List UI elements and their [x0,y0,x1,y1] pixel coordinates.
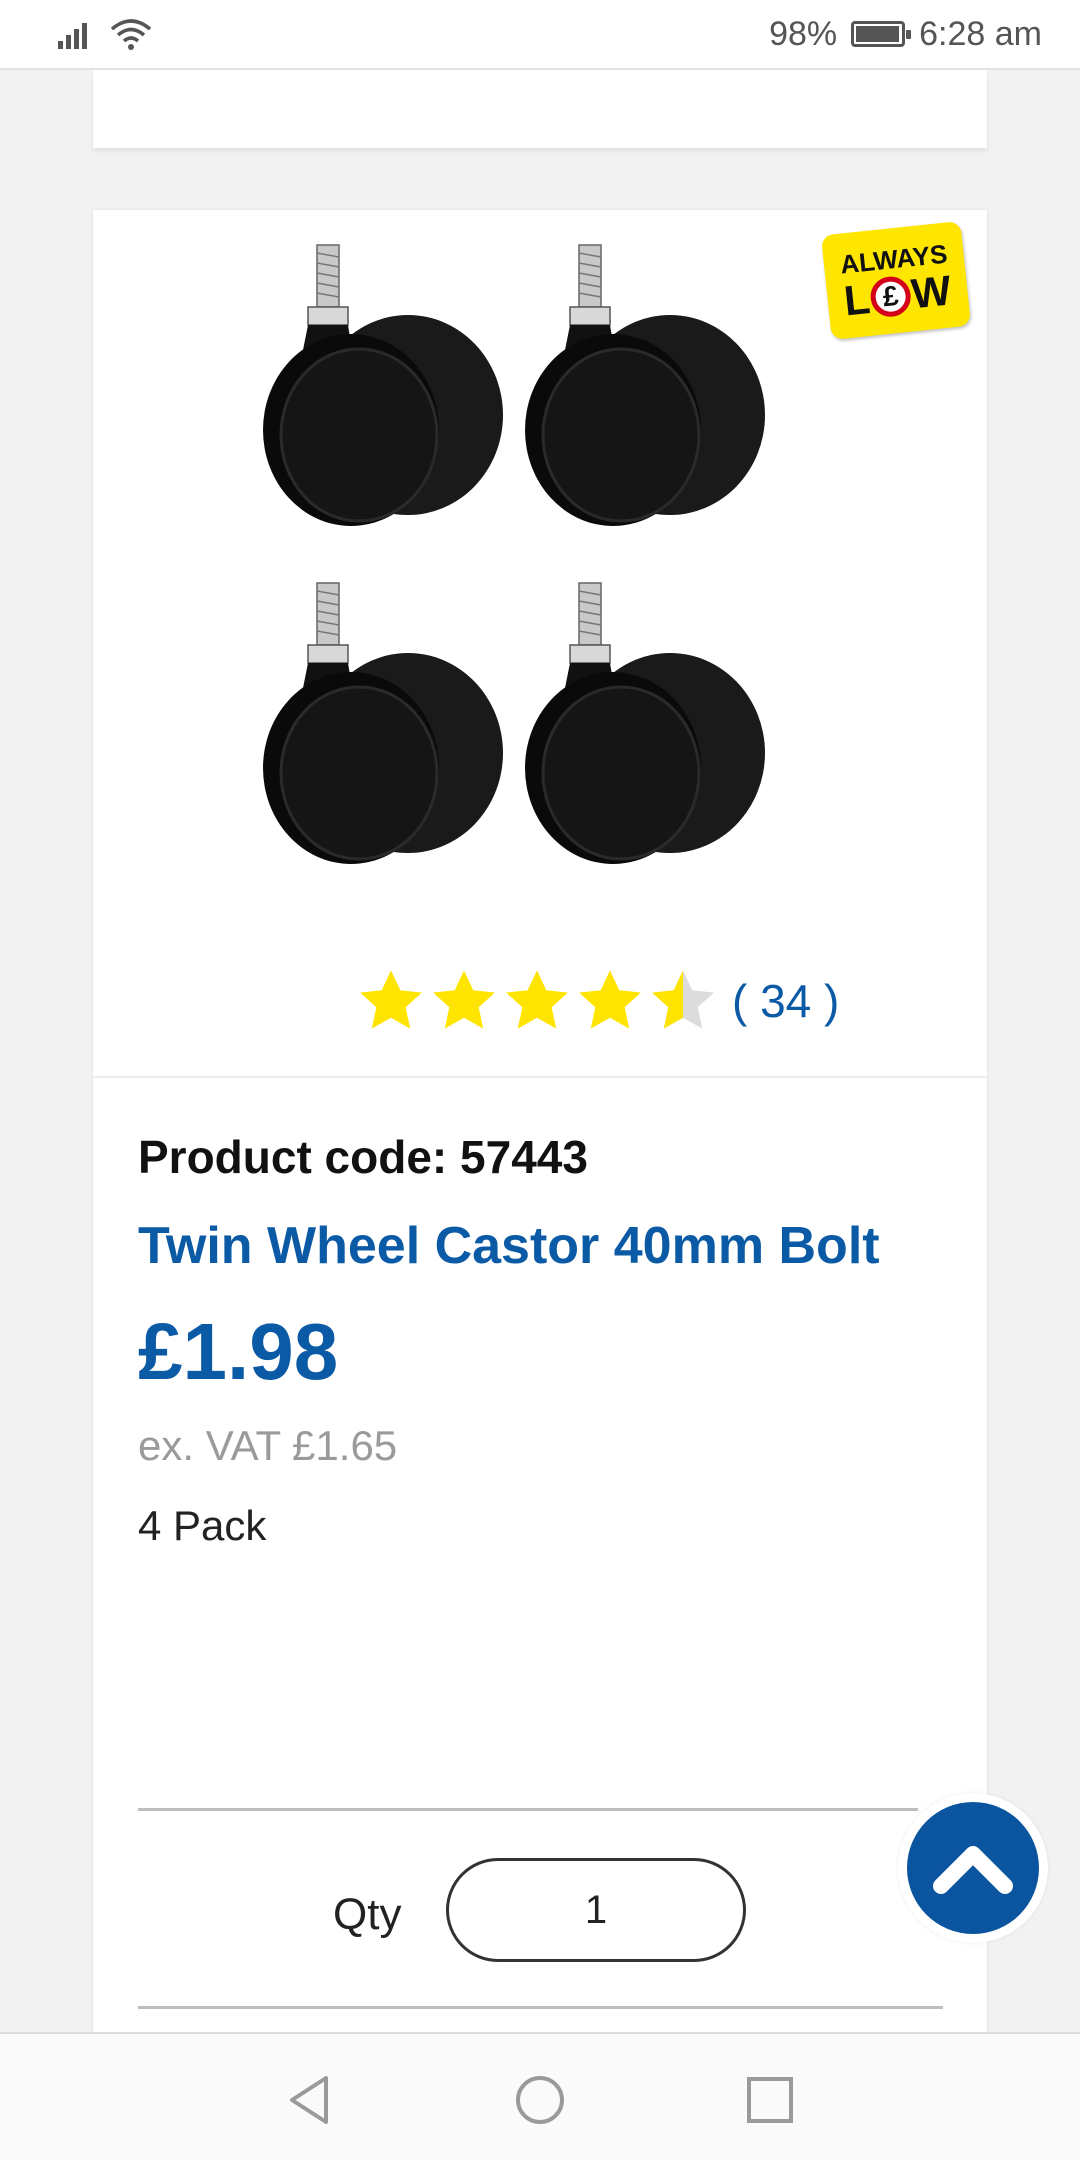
product-image[interactable] [253,240,893,920]
price-ex-vat: ex. VAT £1.65 [138,1422,398,1469]
star-rating[interactable]: ( 34 ) [355,965,839,1037]
quantity-row: Qty [93,1858,987,1962]
star-icon [433,970,495,1029]
badge-letter-l: L [841,274,873,325]
divider [138,2006,943,2009]
product-title-link[interactable]: Twin Wheel Castor 40mm Bolt [138,1216,938,1276]
divider [138,1808,918,1811]
scroll-to-top-inner [907,1802,1039,1934]
wifi-icon [110,19,152,50]
always-low-badge: ALWAYS L £ W [820,220,972,341]
status-left [58,17,152,51]
system-nav-bar [0,2032,1080,2160]
chevron-up-icon [933,1846,1013,1894]
battery-icon [851,21,912,47]
product-card[interactable]: ALWAYS L £ W ( 34 ) Product code: 57443 … [93,210,987,2040]
status-right: 98% 6:28 am [769,15,1042,54]
scroll-to-top-button[interactable] [898,1793,1048,1943]
recents-icon[interactable] [742,2072,798,2128]
half-star-icon [652,970,714,1029]
qty-label: Qty [333,1890,402,1939]
product-image-area[interactable]: ALWAYS L £ W ( 34 ) [93,210,987,1078]
quantity-input[interactable] [446,1858,746,1962]
pack-size: 4 Pack [138,1502,267,1549]
star-icon [360,970,422,1029]
home-icon[interactable] [512,2072,568,2128]
pound-icon: £ [868,274,913,319]
star-icon [579,970,641,1029]
product-price: £1.98 [138,1307,339,1396]
review-count-link[interactable]: ( 34 ) [732,974,839,1028]
back-icon[interactable] [282,2072,338,2128]
product-info: Product code: 57443 Twin Wheel Castor 40… [138,1130,938,1550]
signal-icon [58,23,87,49]
battery-percent: 98% [769,14,838,53]
status-bar: 98% 6:28 am [0,0,1080,70]
previous-product-card [93,70,987,148]
badge-letter-w: W [909,266,954,318]
badge-bottom-text: L £ W [841,266,954,325]
star-icon [506,970,568,1029]
clock: 6:28 am [919,14,1042,53]
product-code: Product code: 57443 [138,1131,588,1183]
